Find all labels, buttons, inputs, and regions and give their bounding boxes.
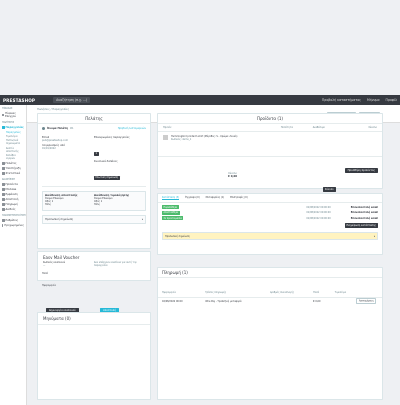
- search-input[interactable]: Αναζήτηση (π.χ. ...): [53, 97, 91, 103]
- dashboard-icon: [2, 113, 5, 117]
- totals-badge: Σύνολο: [323, 187, 336, 192]
- voucher-note: Δεν υπάρχουν κουπόνια για αυτή την παραγ…: [94, 261, 137, 267]
- card-icon: [2, 203, 5, 206]
- table-row: 02/08/2022 00:00 Wire Pay - Τραπεζική με…: [158, 298, 382, 305]
- table-row: Παραδόθηκε 02/08/2022 00:00:00 Επαναποστ…: [162, 205, 378, 209]
- customer-name: Όνομα Πελάτη: [47, 127, 68, 130]
- products-table-header: Προϊόν Ποσότητα Διαθέσιμο Σύνολο: [163, 126, 377, 129]
- chart-icon: [2, 172, 5, 175]
- payments-table-header: Ημερομηνία Τρόπος πληρωμής Αριθμός συναλ…: [162, 291, 347, 294]
- messages-link[interactable]: Μήνυμα: [367, 98, 380, 102]
- customer-panel: Πελάτης Όνομα Πελάτη #1 Προβολή λεπτομερ…: [37, 113, 151, 249]
- sidebar-item-dashboard[interactable]: Πίνακας Ελέγχου: [0, 111, 26, 119]
- view-customer-link[interactable]: Προβολή λεπτομερειών: [118, 127, 146, 130]
- sidebar-sub-credit[interactable]: Πιστωτικά σημειώματα: [0, 139, 26, 146]
- totals-value: € 0,00: [228, 175, 238, 178]
- payments-panel-title: Πληρωμή (1): [158, 268, 382, 278]
- history-panel: Κατάσταση (3) Έγγραφα (0) Μεταφορέας (1)…: [157, 193, 383, 255]
- desktop-icon: [2, 193, 5, 196]
- orders-count: 1: [94, 151, 99, 156]
- status-badge: Παραδόθηκε: [162, 205, 179, 209]
- messages-panel-title: Μηνύματα (0): [43, 316, 71, 321]
- sidebar-sub-carts[interactable]: Καλάθια αγορών: [0, 154, 26, 161]
- table-row: Σε προετοιμασία 02/08/2022 00:00:00 Επαν…: [162, 216, 378, 220]
- account-value: 01/01/2022: [42, 147, 56, 150]
- table-row: Hummingbird printed t-shirt (Μέγεθος: S …: [158, 132, 382, 144]
- breadcrumb: Πωλήσεις / Παραγγελίες: [37, 108, 70, 111]
- sidebar-item-advanced[interactable]: Προχωρημένες: [0, 223, 26, 228]
- cart-icon: [2, 126, 5, 129]
- orders-label: Επικυρωμένες παραγγελίες: [94, 136, 130, 139]
- cog-icon: [2, 224, 4, 227]
- top-navbar: PRESTASHOP Αναζήτηση (π.χ. ...) Προβολή …: [0, 95, 400, 105]
- logo: PRESTASHOP: [3, 97, 36, 103]
- tab-carrier[interactable]: Μεταφορέας (1): [206, 196, 225, 200]
- box-icon: [2, 183, 5, 186]
- tab-documents[interactable]: Έγγραφα (0): [185, 196, 199, 200]
- chat-icon: [2, 167, 5, 170]
- puzzle-icon: [2, 188, 5, 191]
- customer-id: #1: [70, 127, 74, 130]
- globe-icon: [2, 208, 5, 211]
- update-status-button[interactable]: Ενημέρωση κατάστασης: [344, 223, 378, 228]
- voucher-date-label: Ημερομηνία: [42, 284, 56, 287]
- product-ref: Κωδικός: demo_1: [171, 137, 192, 141]
- profile-link[interactable]: Προφίλ: [386, 98, 397, 102]
- messages-panel: Μηνύματα (0): [37, 312, 151, 400]
- tab-status[interactable]: Κατάσταση (3): [162, 196, 180, 200]
- email-value[interactable]: pub@prestashop.com: [42, 139, 94, 142]
- status-badge: Αποστάλθηκε: [162, 210, 180, 215]
- products-panel-title: Προϊόντα (1): [158, 114, 382, 124]
- history-tabs: Κατάσταση (3) Έγγραφα (0) Μεταφορέας (1)…: [158, 194, 382, 203]
- chevron-down-icon: ▾: [141, 217, 143, 221]
- gear-icon: [2, 219, 5, 222]
- private-note-row[interactable]: Προσωπική σημείωση ▾: [162, 232, 378, 240]
- payments-panel: Πληρωμή (1) Ημερομηνία Τρόπος πληρωμής Α…: [157, 267, 383, 400]
- chevron-down-icon: ▾: [373, 234, 375, 238]
- resend-email-link[interactable]: Επαναποστολή email: [351, 217, 378, 220]
- table-row: Αποστάλθηκε 02/08/2022 00:00:00 Επαναποσ…: [162, 210, 378, 215]
- private-note-row[interactable]: Προσωπική σημείωση ▾: [42, 214, 146, 224]
- user-icon: [42, 127, 45, 130]
- products-panel: Προϊόντα (1) Προϊόν Ποσότητα Διαθέσιμο Σ…: [157, 113, 383, 192]
- sidebar: Πίνακας Πίνακας Ελέγχου Πωλήσεις Παραγγε…: [0, 105, 27, 405]
- truck-icon: [2, 198, 5, 201]
- customer-panel-title: Πελάτης: [38, 114, 150, 124]
- total-label: Συνολικά δαπάνες: [94, 160, 118, 163]
- add-product-button[interactable]: Προσθήκη προϊόντος: [344, 168, 378, 173]
- view-shop-link[interactable]: Προβολή καταστήματος: [322, 98, 361, 102]
- voucher-amount-label: Ποσό: [42, 272, 48, 275]
- payment-details-button[interactable]: Λεπτομέρειες: [356, 298, 377, 304]
- product-thumbnail: [163, 135, 168, 140]
- private-note-button[interactable]: Ιδιωτική σημείωση: [94, 175, 120, 180]
- voucher-form: Κωδικός κουπονιού — Δεν υπάρχουν κουπόνι…: [37, 259, 151, 281]
- user-icon: [2, 162, 5, 165]
- resend-email-link[interactable]: Επαναποστολή email: [351, 211, 378, 214]
- topbar-right: Προβολή καταστήματος Μήνυμα Προφίλ: [322, 98, 397, 102]
- addresses-box: Διεύθυνση αποστολής Όνομα Επώνυμο Οδός 1…: [42, 190, 146, 211]
- resend-email-link[interactable]: Επαναποστολή email: [351, 206, 378, 209]
- sidebar-sub-delivery[interactable]: Δελτία αποστολής: [0, 146, 26, 153]
- status-badge: Σε προετοιμασία: [162, 216, 184, 220]
- voucher-code-field[interactable]: —: [43, 264, 94, 267]
- tab-returns[interactable]: Επιστροφές (0): [230, 196, 247, 200]
